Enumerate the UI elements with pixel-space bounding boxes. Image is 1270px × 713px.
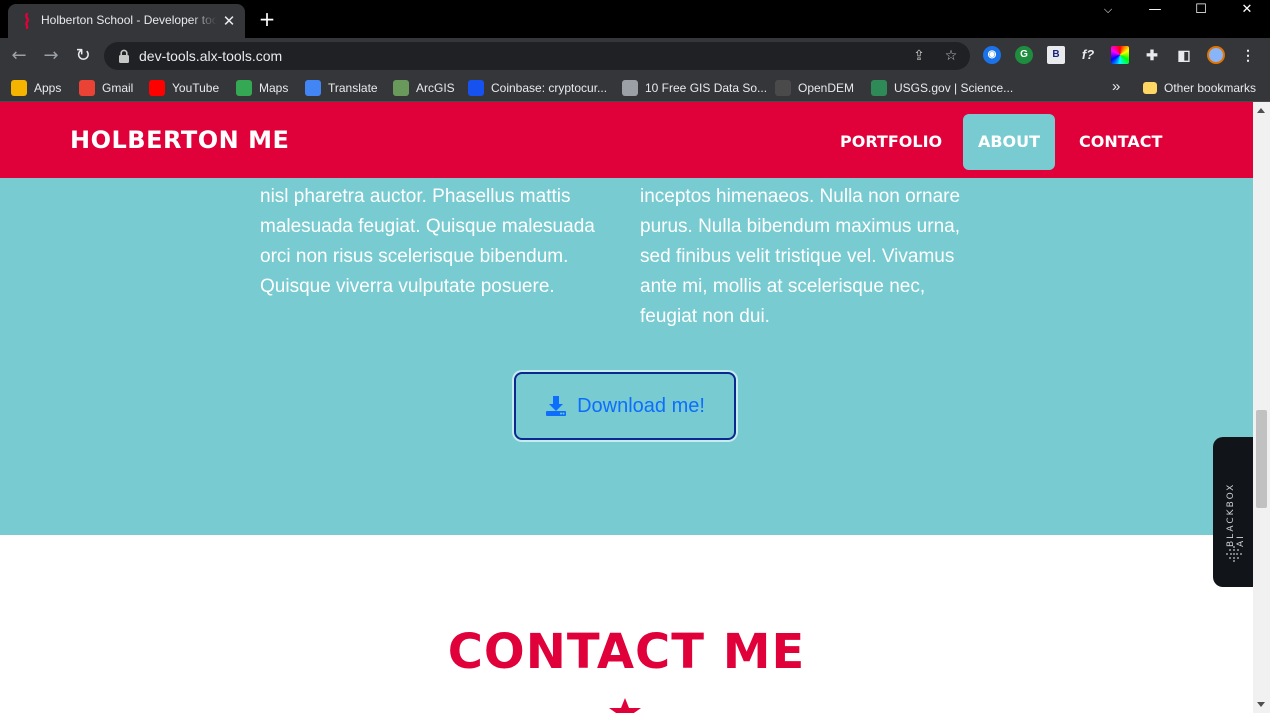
page-scrollbar[interactable]	[1253, 102, 1270, 713]
bookmark-translate[interactable]: Translate	[305, 80, 378, 96]
other-bookmarks-folder[interactable]: Other bookmarks	[1143, 80, 1256, 96]
coinbase-icon	[468, 80, 484, 96]
holberton-favicon-icon	[24, 13, 30, 29]
youtube-icon	[149, 80, 165, 96]
extension-circle-icon[interactable]: ◉	[983, 46, 1001, 64]
bookmark-arcgis-globe[interactable]: ArcGIS	[393, 80, 455, 96]
nav-contact[interactable]: CONTACT	[1063, 114, 1178, 170]
scroll-down-arrow-icon[interactable]	[1257, 702, 1265, 707]
bookmarks-overflow-button[interactable]: »	[1112, 78, 1120, 95]
address-bar[interactable]: dev-tools.alx-tools.com ⇪ ☆	[104, 42, 970, 70]
bookmark-opendem[interactable]: OpenDEM	[775, 80, 854, 96]
bookmark-usgs[interactable]: USGS.gov | Science...	[871, 80, 1013, 96]
url-text: dev-tools.alx-tools.com	[139, 48, 283, 64]
side-panel-icon[interactable]: ◧	[1175, 46, 1193, 64]
browser-tab-active[interactable]: Holberton School - Developer tools ✕	[8, 4, 245, 38]
bookmarks-bar: Apps Gmail YouTube Maps Translate ArcGIS Coinb…	[0, 73, 1270, 102]
bookmark-maps-pin[interactable]: Maps	[236, 80, 288, 96]
minimize-button[interactable]: —	[1132, 0, 1178, 20]
tab-search-chevron-icon[interactable]: ⌵	[1085, 0, 1131, 20]
site-brand[interactable]: HOLBERTON ME	[70, 126, 289, 154]
bookmark-apps-grid[interactable]: Apps	[11, 80, 61, 96]
folder-icon	[1143, 82, 1157, 94]
nav-about[interactable]: ABOUT	[963, 114, 1055, 170]
maps-pin-icon	[236, 80, 252, 96]
scrollbar-thumb[interactable]	[1256, 410, 1267, 508]
bookmark-label: YouTube	[172, 81, 220, 95]
extension-grammarly-icon[interactable]: G	[1015, 46, 1033, 64]
opendem-icon	[775, 80, 791, 96]
bookmark-gmail[interactable]: Gmail	[79, 80, 133, 96]
profile-avatar[interactable]	[1207, 46, 1225, 64]
blackbox-ai-label: BLACKBOX AI	[1226, 482, 1246, 547]
scroll-up-arrow-icon[interactable]	[1257, 108, 1265, 113]
usgs-icon	[871, 80, 887, 96]
nav-portfolio[interactable]: PORTFOLIO	[824, 114, 958, 170]
arcgis-globe-icon	[393, 80, 409, 96]
bookmark-youtube[interactable]: YouTube	[149, 80, 219, 96]
download-icon	[546, 396, 567, 416]
download-button[interactable]: Download me!	[514, 372, 736, 440]
new-tab-button[interactable]: +	[257, 9, 277, 29]
page-viewport: ▬▬▬▬▬▬▬▬▬▬▬ nisl pharetra auctor. Phasel…	[0, 102, 1253, 713]
download-button-label: Download me!	[577, 394, 705, 417]
bookmark-label: Gmail	[102, 81, 134, 95]
contact-section-title: CONTACT ME	[447, 624, 806, 680]
about-text-right: inceptos himenaeos. Nulla non ornare pur…	[640, 186, 961, 327]
blackbox-ai-widget[interactable]: BLACKBOX AI	[1213, 437, 1253, 587]
reload-icon[interactable]: ↻	[70, 43, 96, 69]
browser-toolbar: ← → ↻ dev-tools.alx-tools.com ⇪ ☆ ◉ G B …	[0, 38, 1270, 73]
extension-b-icon[interactable]: B	[1047, 46, 1065, 64]
about-text-left: nisl pharetra auctor. Phasellus mattis m…	[260, 186, 595, 297]
browser-tab-bar: Holberton School - Developer tools ✕ + ⌵…	[0, 0, 1270, 38]
bookmark-label: USGS.gov | Science...	[894, 81, 1014, 95]
maximize-button[interactable]: ☐	[1178, 0, 1224, 20]
close-window-button[interactable]: ✕	[1224, 0, 1270, 20]
blackbox-logo-icon	[1226, 546, 1242, 562]
back-arrow-icon[interactable]: ←	[6, 43, 32, 69]
site-navbar: HOLBERTON ME PORTFOLIO ABOUT CONTACT	[0, 102, 1253, 178]
bookmark-star-icon[interactable]: ☆	[942, 47, 960, 65]
extension-font-icon[interactable]: f?	[1079, 46, 1097, 64]
bookmark-label: ArcGIS	[416, 81, 455, 95]
bookmark-label: Maps	[259, 81, 289, 95]
forward-arrow-icon[interactable]: →	[38, 43, 64, 69]
bookmark-label: 10 Free GIS Data So...	[645, 81, 768, 95]
gis-icon	[622, 80, 638, 96]
bookmark-label: OpenDEM	[798, 81, 855, 95]
tab-title: Holberton School - Developer tools	[41, 13, 217, 27]
share-icon[interactable]: ⇪	[910, 47, 928, 65]
other-bookmarks-label: Other bookmarks	[1164, 81, 1257, 95]
bookmark-label: Coinbase: cryptocur...	[491, 81, 608, 95]
chrome-menu-icon[interactable]: ⋮	[1239, 46, 1257, 64]
apps-grid-icon	[11, 80, 27, 96]
bookmark-label: Translate	[328, 81, 378, 95]
lock-icon	[119, 49, 129, 63]
translate-icon	[305, 80, 321, 96]
gmail-icon	[79, 80, 95, 96]
bookmark-label: Apps	[34, 81, 62, 95]
bookmark-coinbase[interactable]: Coinbase: cryptocur...	[468, 80, 607, 96]
extension-color-picker-icon[interactable]	[1111, 46, 1129, 64]
tab-close-icon[interactable]: ✕	[221, 13, 237, 29]
star-icon	[609, 698, 641, 713]
bookmark-gis[interactable]: 10 Free GIS Data So...	[622, 80, 767, 96]
extensions-puzzle-icon[interactable]: ✚	[1143, 46, 1161, 64]
